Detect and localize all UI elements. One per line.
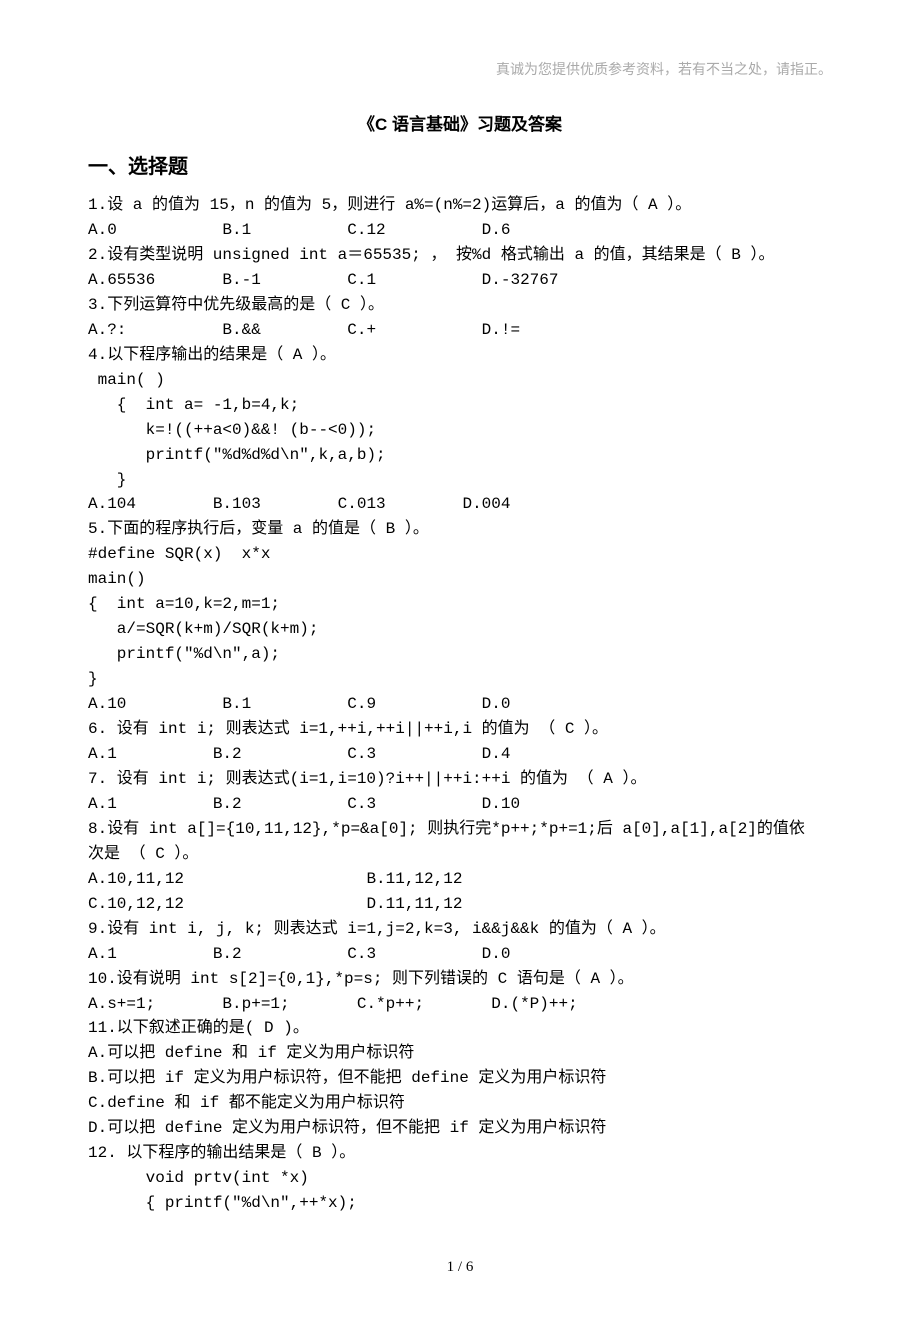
text-line: 4.以下程序输出的结果是（ A ）。 [88, 343, 832, 368]
text-line: printf("%d\n",a); [88, 642, 832, 667]
text-line: #define SQR(x) x*x [88, 542, 832, 567]
text-line: D.可以把 define 定义为用户标识符，但不能把 if 定义为用户标识符 [88, 1116, 832, 1141]
text-line: C.10,12,12 D.11,11,12 [88, 892, 832, 917]
body-text: 1.设 a 的值为 15，n 的值为 5，则进行 a%=(n%=2)运算后，a … [88, 193, 832, 1216]
text-line: A.65536 B.-1 C.1 D.-32767 [88, 268, 832, 293]
text-line: 次是 （ C ）。 [88, 842, 832, 867]
text-line: A.1 B.2 C.3 D.10 [88, 792, 832, 817]
text-line: main() [88, 567, 832, 592]
text-line: 10.设有说明 int s[2]={0,1},*p=s; 则下列错误的 C 语句… [88, 967, 832, 992]
text-line: } [88, 667, 832, 692]
text-line: 11.以下叙述正确的是( D )。 [88, 1016, 832, 1041]
text-line: A.1 B.2 C.3 D.4 [88, 742, 832, 767]
text-line: A.10 B.1 C.9 D.0 [88, 692, 832, 717]
text-line: { int a=10,k=2,m=1; [88, 592, 832, 617]
text-line: A.10,11,12 B.11,12,12 [88, 867, 832, 892]
page-content: 真诚为您提供优质参考资料，若有不当之处，请指正。 《C 语言基础》习题及答案 一… [0, 0, 920, 1319]
text-line: A.可以把 define 和 if 定义为用户标识符 [88, 1041, 832, 1066]
text-line: a/=SQR(k+m)/SQR(k+m); [88, 617, 832, 642]
text-line: A.s+=1; B.p+=1; C.*p++; D.(*P)++; [88, 992, 832, 1017]
text-line: 8.设有 int a[]={10,11,12},*p=&a[0]; 则执行完*p… [88, 817, 832, 842]
text-line: C.define 和 if 都不能定义为用户标识符 [88, 1091, 832, 1116]
text-line: } [88, 468, 832, 493]
text-line: main( ) [88, 368, 832, 393]
text-line: A.1 B.2 C.3 D.0 [88, 942, 832, 967]
text-line: A.104 B.103 C.013 D.004 [88, 492, 832, 517]
text-line: printf("%d%d%d\n",k,a,b); [88, 443, 832, 468]
text-line: 5.下面的程序执行后，变量 a 的值是（ B ）。 [88, 517, 832, 542]
text-line: 9.设有 int i, j, k; 则表达式 i=1,j=2,k=3, i&&j… [88, 917, 832, 942]
text-line: 12. 以下程序的输出结果是（ B ）。 [88, 1141, 832, 1166]
text-line: 1.设 a 的值为 15，n 的值为 5，则进行 a%=(n%=2)运算后，a … [88, 193, 832, 218]
text-line: 3.下列运算符中优先级最高的是（ C ）。 [88, 293, 832, 318]
text-line: B.可以把 if 定义为用户标识符，但不能把 define 定义为用户标识符 [88, 1066, 832, 1091]
text-line: { int a= -1,b=4,k; [88, 393, 832, 418]
text-line: A.?: B.&& C.+ D.!= [88, 318, 832, 343]
text-line: { printf("%d\n",++*x); [88, 1191, 832, 1216]
text-line: k=!((++a<0)&&! (b--<0)); [88, 418, 832, 443]
page-number: 1 / 6 [88, 1256, 832, 1279]
header-note: 真诚为您提供优质参考资料，若有不当之处，请指正。 [88, 60, 832, 82]
text-line: void prtv(int *x) [88, 1166, 832, 1191]
text-line: 2.设有类型说明 unsigned int a＝65535; ， 按%d 格式输… [88, 243, 832, 268]
text-line: 6. 设有 int i; 则表达式 i=1,++i,++i||++i,i 的值为… [88, 717, 832, 742]
section-heading: 一、选择题 [88, 152, 832, 183]
text-line: A.0 B.1 C.12 D.6 [88, 218, 832, 243]
text-line: 7. 设有 int i; 则表达式(i=1,i=10)?i++||++i:++i… [88, 767, 832, 792]
document-title: 《C 语言基础》习题及答案 [88, 112, 832, 138]
